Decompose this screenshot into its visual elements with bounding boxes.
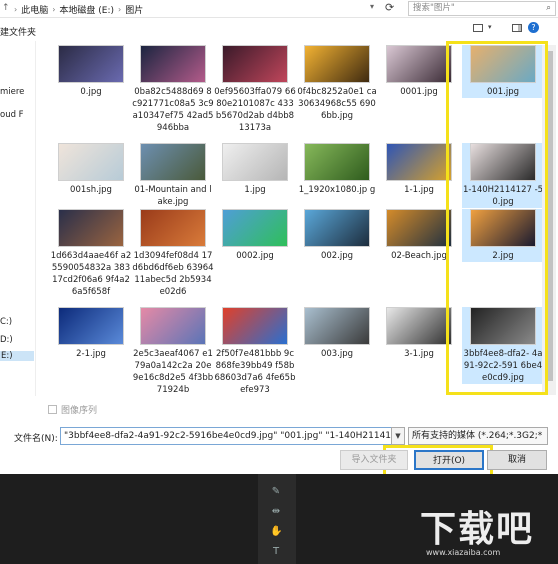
watermark-logo: 下载吧 (420, 508, 535, 550)
nav-item-drive-c[interactable]: C:) (0, 317, 12, 327)
file-name-label: 2-1.jpg (76, 349, 106, 359)
file-thumbnail (140, 143, 206, 181)
nav-item[interactable]: oud F (0, 110, 24, 120)
file-name-label: 1.jpg (244, 185, 266, 195)
file-name-label: 1_1920x1080.jp g (298, 185, 376, 195)
breadcrumb-sep-icon: › (52, 4, 56, 14)
file-name-input[interactable]: "3bbf4ee8-dfa2-4a91-92c2-5916be4e0cd9.jp… (60, 427, 393, 445)
breadcrumb-item-computer[interactable]: 此电脑 (21, 3, 48, 16)
new-folder-button[interactable]: 建文件夹 (0, 25, 36, 38)
address-dropdown-icon[interactable]: ▾ (370, 2, 374, 11)
file-thumbnail (386, 209, 452, 247)
file-thumbnail (58, 143, 124, 181)
refresh-icon[interactable]: ⟳ (385, 1, 394, 14)
nav-item-drive-d[interactable]: D:) (0, 335, 13, 345)
file-item[interactable]: 001sh.jpg (50, 143, 132, 196)
file-thumbnail (304, 45, 370, 83)
image-sequence-label: 图像序列 (61, 406, 98, 416)
file-name-label: 0002.jpg (236, 251, 274, 261)
file-thumbnail (222, 45, 288, 83)
file-item[interactable]: 1d3094fef08d4 17d6bd6df6eb 6396411abec5d… (132, 209, 214, 298)
file-name-label: 01-Mountain and lake.jpg (134, 185, 212, 207)
text-tool-icon[interactable]: T (270, 546, 282, 558)
breadcrumb: › 此电脑 › 本地磁盘 (E:) › 图片 (14, 2, 143, 16)
up-arrow-icon[interactable]: ↑ (2, 2, 14, 14)
file-thumbnail (304, 209, 370, 247)
file-name-label: 0ef95603ffa079 6680e2101087c 433b5670d2a… (214, 87, 296, 133)
file-thumbnail (140, 45, 206, 83)
file-thumbnail (140, 307, 206, 345)
address-bar: ↑ › 此电脑 › 本地磁盘 (E:) › 图片 ▾ ⟳ 搜索"图片" ⌕ (0, 0, 558, 18)
file-name-label: 2f50f7e481bbb 9c868fe39bb49 f58b68603d7a… (214, 349, 296, 395)
file-name-dropdown-icon[interactable]: ▼ (391, 427, 405, 445)
import-folder-button[interactable]: 导入文件夹 (340, 450, 408, 470)
width-tool-icon[interactable]: ⇹ (270, 506, 282, 518)
search-input[interactable]: 搜索"图片" ⌕ (408, 1, 556, 16)
file-thumbnail (386, 143, 452, 181)
file-item[interactable]: 003.jpg (296, 307, 378, 360)
file-name-label: 1d663d4aae46f a25590054832a 38317cd2f06a… (50, 251, 132, 297)
file-item[interactable]: 1.jpg (214, 143, 296, 196)
highlight-box-selected-files (446, 41, 548, 395)
file-name-label: 002.jpg (320, 251, 354, 261)
file-item[interactable]: 2-1.jpg (50, 307, 132, 360)
file-thumbnail (58, 307, 124, 345)
file-item[interactable]: 0ba82c5488d69 8c921771c08a5 3c9a10347ef7… (132, 45, 214, 134)
file-thumbnail (140, 209, 206, 247)
file-thumbnail (58, 209, 124, 247)
search-icon[interactable]: ⌕ (546, 2, 551, 15)
help-icon[interactable]: ? (528, 22, 539, 33)
search-placeholder: 搜索"图片" (413, 3, 455, 13)
file-name-label: 001sh.jpg (70, 185, 112, 195)
file-item[interactable]: 002.jpg (296, 209, 378, 262)
file-item[interactable]: 0.jpg (50, 45, 132, 98)
view-mode-icon[interactable] (473, 24, 483, 32)
file-item[interactable]: 0f4bc8252a0e1 ca30634968c55 6906bb.jpg (296, 45, 378, 122)
file-item[interactable]: 1_1920x1080.jp g (296, 143, 378, 196)
image-sequence-checkbox[interactable] (48, 405, 57, 414)
file-item[interactable]: 0ef95603ffa079 6680e2101087c 433b5670d2a… (214, 45, 296, 134)
file-thumbnail (386, 307, 452, 345)
watermark-url: www.xiazaiba.com (426, 548, 501, 557)
file-thumbnail (222, 307, 288, 345)
file-thumbnail (222, 209, 288, 247)
file-name-label: 0ba82c5488d69 8c921771c08a5 3c9a10347ef7… (132, 87, 214, 133)
file-name-label: 文件名(N): (14, 434, 58, 444)
breadcrumb-item-pictures[interactable]: 图片 (125, 3, 143, 16)
file-item[interactable]: 1d663d4aae46f a25590054832a 38317cd2f06a… (50, 209, 132, 298)
file-name-label: 0f4bc8252a0e1 ca30634968c55 6906bb.jpg (297, 87, 377, 121)
file-name-label: 0.jpg (80, 87, 102, 97)
breadcrumb-item-drive[interactable]: 本地磁盘 (E:) (59, 3, 114, 16)
navigation-pane: miere oud F C:) D:) E:) (0, 41, 36, 396)
file-item[interactable]: 0002.jpg (214, 209, 296, 262)
view-dropdown-icon[interactable]: ▾ (488, 23, 492, 31)
file-item[interactable]: 01-Mountain and lake.jpg (132, 143, 214, 208)
file-name-label: 2e5c3aeaf4067 e179a0a142c2a 20e9e16c8d2e… (132, 349, 214, 395)
pen-tool-icon[interactable]: ✎ (270, 486, 282, 498)
file-thumbnail (304, 143, 370, 181)
file-item[interactable]: 2e5c3aeaf4067 e179a0a142c2a 20e9e16c8d2e… (132, 307, 214, 396)
file-item[interactable]: 2f50f7e481bbb 9c868fe39bb49 f58b68603d7a… (214, 307, 296, 396)
file-thumbnail (304, 307, 370, 345)
preview-pane-icon[interactable] (512, 24, 522, 32)
nav-item-drive-e[interactable]: E:) (0, 351, 34, 361)
file-type-select[interactable]: 所有支持的媒体 (*.264;*.3G2;* (408, 427, 548, 445)
file-thumbnail (222, 143, 288, 181)
command-bar: 建文件夹 ▾ ? (0, 19, 558, 41)
file-name-label: 1d3094fef08d4 17d6bd6df6eb 6396411abec5d… (132, 251, 214, 297)
cancel-button[interactable]: 取消 (487, 450, 547, 470)
hand-tool-icon[interactable]: ✋ (270, 526, 282, 538)
nav-item[interactable]: miere (0, 87, 24, 97)
image-sequence-option: 图像序列 (48, 403, 97, 416)
file-thumbnail (58, 45, 124, 83)
breadcrumb-sep-icon: › (118, 4, 122, 14)
breadcrumb-sep-icon: › (14, 4, 18, 14)
open-button[interactable]: 打开(O) (414, 450, 484, 470)
file-name-label: 003.jpg (320, 349, 354, 359)
file-thumbnail (386, 45, 452, 83)
